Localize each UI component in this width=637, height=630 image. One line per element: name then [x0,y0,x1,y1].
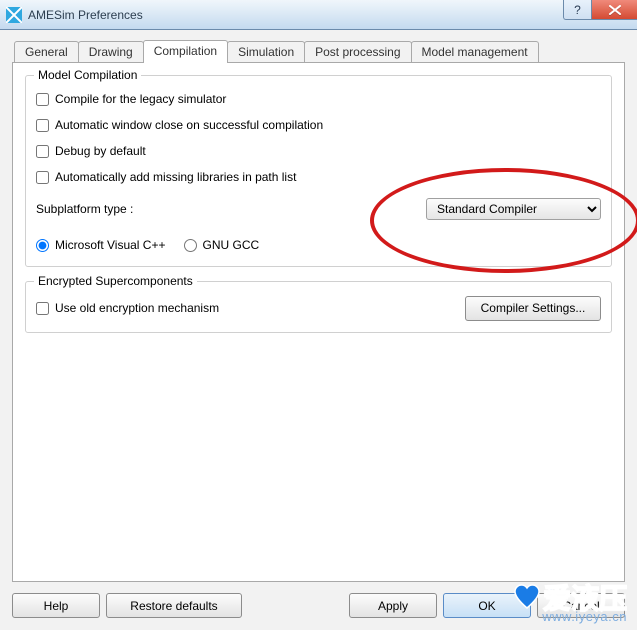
checkbox-label: Compile for the legacy simulator [55,92,226,106]
button-label: Restore defaults [130,599,217,613]
tab-label: Drawing [89,45,133,59]
subplatform-label: Subplatform type : [36,202,133,216]
subplatform-select[interactable]: Standard Compiler [426,198,601,220]
checkbox-auto-libraries[interactable] [36,171,49,184]
button-label: Apply [378,599,408,613]
ok-button[interactable]: OK [443,593,531,618]
checkbox-row-auto-libs: Automatically add missing libraries in p… [36,166,601,188]
button-label: Help [44,599,69,613]
radio-label: Microsoft Visual C++ [55,238,166,252]
close-button[interactable] [591,0,637,20]
dialog-content: General Drawing Compilation Simulation P… [0,30,637,630]
close-icon [608,5,622,15]
tab-label: General [25,45,68,59]
radio-gcc[interactable] [184,239,197,252]
checkbox-old-encryption[interactable] [36,302,49,315]
group-encrypted-supercomponents: Encrypted Supercomponents Use old encryp… [25,281,612,333]
checkbox-label: Automatic window close on successful com… [55,118,323,132]
tab-model-management[interactable]: Model management [411,41,539,62]
window-controls: ? [563,0,637,22]
compiler-settings-button[interactable]: Compiler Settings... [465,296,601,321]
tab-post-processing[interactable]: Post processing [304,41,411,62]
app-icon [6,7,22,23]
checkbox-row-old-enc: Use old encryption mechanism [36,297,219,319]
checkbox-auto-close[interactable] [36,119,49,132]
tab-label: Compilation [154,44,217,58]
checkbox-label: Debug by default [55,144,146,158]
button-label: OK [478,599,495,613]
tab-general[interactable]: General [14,41,79,62]
subplatform-row: Subplatform type : Standard Compiler [36,198,601,220]
window-title: AMESim Preferences [28,8,143,22]
checkbox-legacy-simulator[interactable] [36,93,49,106]
checkbox-row-legacy: Compile for the legacy simulator [36,88,601,110]
tab-label: Model management [422,45,528,59]
checkbox-row-auto-close: Automatic window close on successful com… [36,114,601,136]
question-icon: ? [574,3,581,17]
group-legend: Encrypted Supercomponents [34,274,197,288]
tab-compilation[interactable]: Compilation [143,40,228,63]
group-legend: Model Compilation [34,68,141,82]
button-label: Cancel [562,599,599,613]
help-button-titlebar[interactable]: ? [563,0,591,20]
apply-button[interactable]: Apply [349,593,437,618]
radio-msvc[interactable] [36,239,49,252]
tab-drawing[interactable]: Drawing [78,41,144,62]
compiler-radio-row: Microsoft Visual C++ GNU GCC [36,238,601,252]
restore-defaults-button[interactable]: Restore defaults [106,593,242,618]
title-bar: AMESim Preferences ? [0,0,637,30]
group-model-compilation: Model Compilation Compile for the legacy… [25,75,612,267]
cancel-button[interactable]: Cancel [537,593,625,618]
radio-label: GNU GCC [203,238,260,252]
checkbox-label: Use old encryption mechanism [55,301,219,315]
checkbox-label: Automatically add missing libraries in p… [55,170,296,184]
checkbox-debug-default[interactable] [36,145,49,158]
button-label: Compiler Settings... [481,301,586,315]
tab-strip: General Drawing Compilation Simulation P… [14,40,625,62]
tab-simulation[interactable]: Simulation [227,41,305,62]
tab-label: Simulation [238,45,294,59]
tab-panel-compilation: Model Compilation Compile for the legacy… [12,62,625,582]
dialog-button-bar: Help Restore defaults Apply OK Cancel [12,593,625,618]
tabs-container: General Drawing Compilation Simulation P… [12,40,625,582]
checkbox-row-debug: Debug by default [36,140,601,162]
tab-label: Post processing [315,45,400,59]
help-button[interactable]: Help [12,593,100,618]
